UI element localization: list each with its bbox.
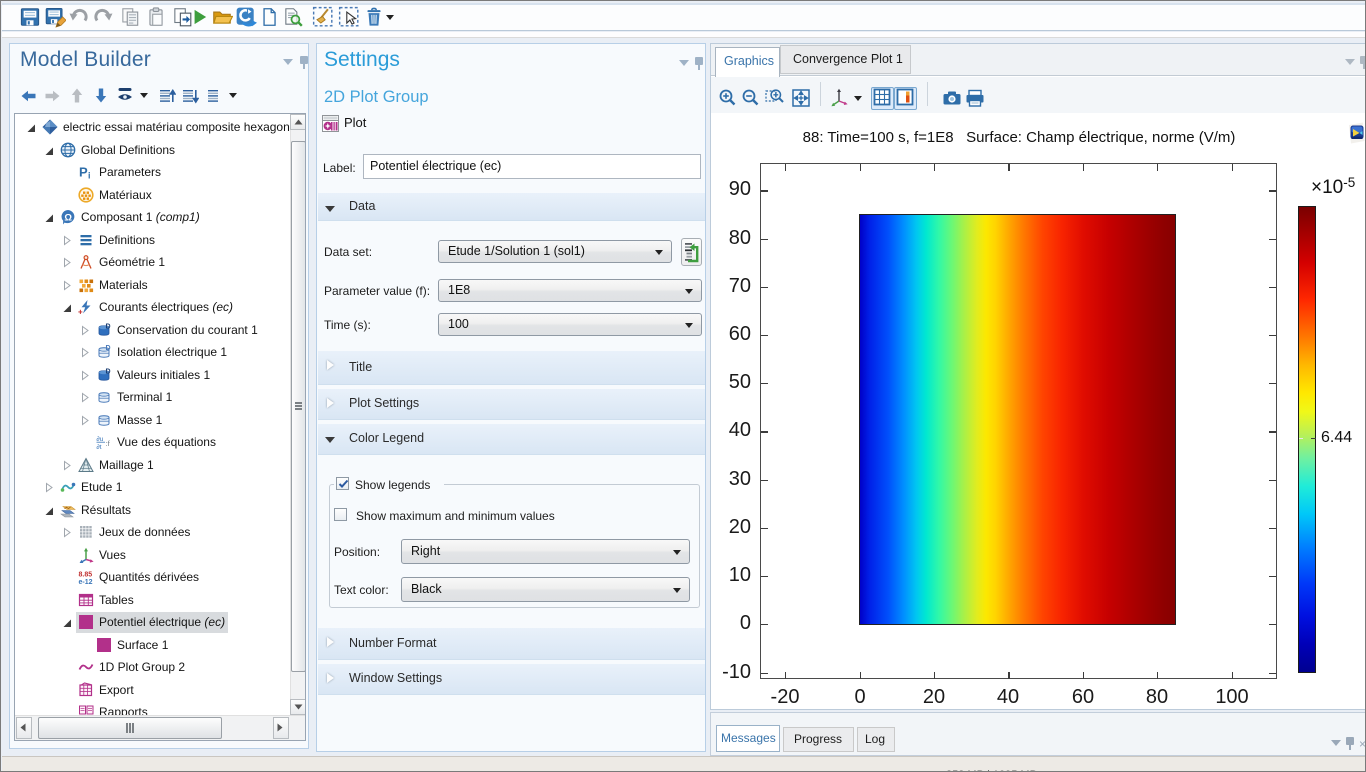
svg-text::f: :f <box>106 439 111 448</box>
svg-text:+: + <box>78 308 83 316</box>
svg-text:D: D <box>106 368 111 375</box>
svg-text:i: i <box>88 171 91 181</box>
svg-text:∂t: ∂t <box>97 444 102 450</box>
svg-text:_: _ <box>88 307 95 316</box>
svg-text:e-12: e-12 <box>79 579 93 585</box>
svg-text:D: D <box>106 345 111 352</box>
svg-text:Ω: Ω <box>64 213 72 224</box>
svg-text:P: P <box>79 165 88 180</box>
svg-text:8.85: 8.85 <box>79 572 93 579</box>
svg-text:D: D <box>106 323 111 330</box>
